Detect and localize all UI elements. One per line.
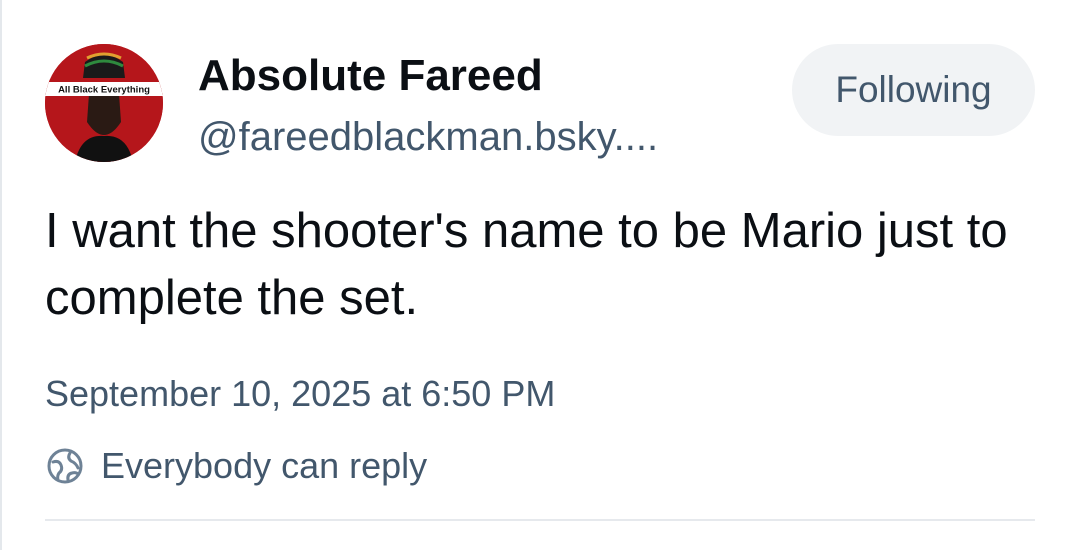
avatar-logo-text: All Black Everything: [58, 85, 150, 96]
avatar[interactable]: All Black Everything: [45, 44, 163, 162]
reply-setting-label: Everybody can reply: [101, 445, 428, 486]
divider: [45, 519, 1035, 521]
following-button[interactable]: Following: [792, 44, 1035, 136]
avatar-image: All Black Everything: [45, 44, 163, 162]
reply-setting[interactable]: Everybody can reply: [45, 442, 427, 490]
post-text: I want the shooter's name to be Mario ju…: [45, 204, 1008, 325]
globe-icon: [45, 446, 85, 486]
post-timestamp[interactable]: September 10, 2025 at 6:50 PM: [45, 372, 555, 416]
author-display-name[interactable]: Absolute Fareed: [198, 50, 543, 102]
author-handle[interactable]: @fareedblackman.bsky....: [198, 113, 658, 161]
post-thread-item: All Black Everything Absolute Fareed @fa…: [0, 0, 1080, 550]
